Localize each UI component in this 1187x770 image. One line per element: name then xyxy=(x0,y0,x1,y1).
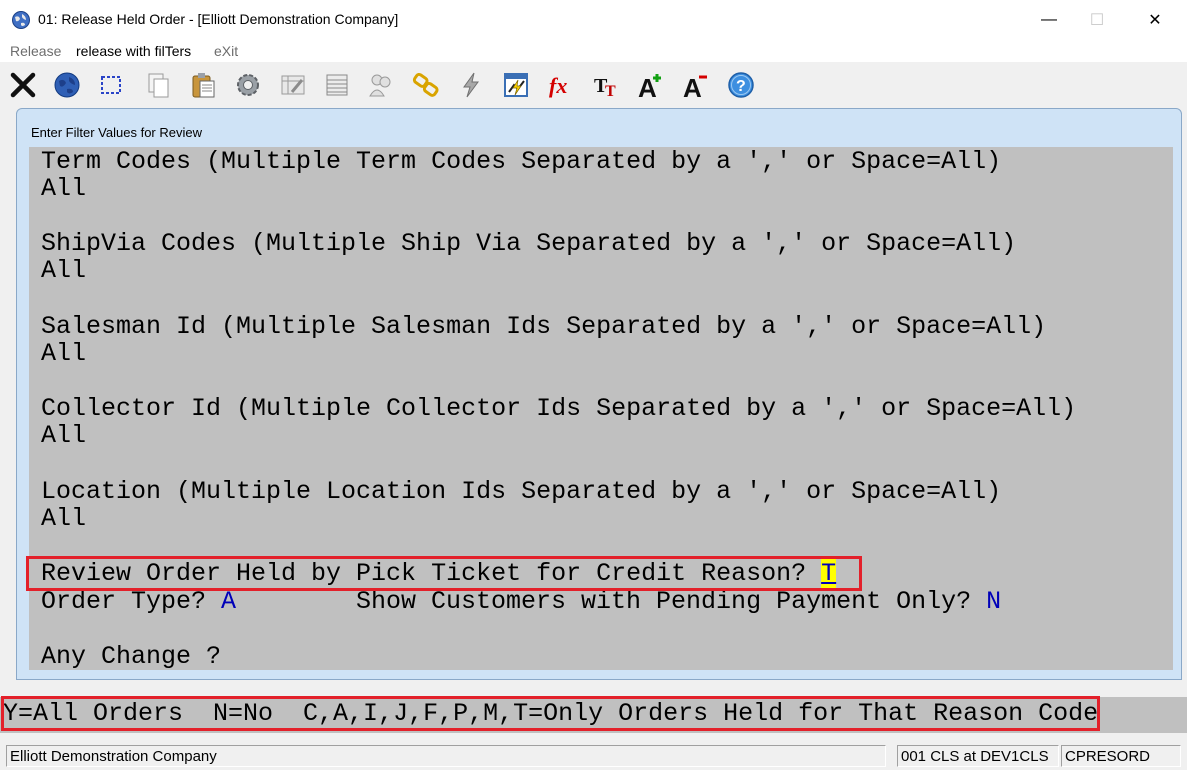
pending-payment-value[interactable]: N xyxy=(986,587,1001,616)
globe-button[interactable] xyxy=(50,68,84,102)
review-line-highlight xyxy=(26,556,862,591)
chart-button[interactable] xyxy=(499,68,533,102)
lightning-button[interactable] xyxy=(454,68,488,102)
pending-payment-label: Show Customers with Pending Payment Only… xyxy=(356,587,987,616)
minimize-button[interactable]: — xyxy=(1026,0,1072,40)
salesman-id-label: Salesman Id (Multiple Salesman Ids Separ… xyxy=(41,312,1047,341)
close-button[interactable]: ✕ xyxy=(1132,0,1178,40)
exit-icon xyxy=(10,72,36,98)
font-increase-button[interactable]: A xyxy=(634,68,668,102)
settings-button[interactable] xyxy=(231,68,265,102)
term-codes-value[interactable]: All xyxy=(41,175,86,203)
collector-id-label: Collector Id (Multiple Collector Ids Sep… xyxy=(41,394,1077,423)
settings-icon xyxy=(237,74,259,96)
copy-icon xyxy=(148,73,169,98)
order-type-line: Order Type? A xyxy=(41,588,236,616)
app-globe-icon xyxy=(12,11,30,29)
maximize-icon: ☐ xyxy=(1089,12,1105,29)
table-icon xyxy=(326,74,348,96)
font-icon: TT xyxy=(594,75,616,100)
status-bar: Elliott Demonstration Company 001 CLS at… xyxy=(0,742,1187,770)
menu-exit[interactable]: eXit xyxy=(214,43,238,59)
order-type-value[interactable]: A xyxy=(221,587,236,616)
copy-button[interactable] xyxy=(141,68,175,102)
terminal-screen: Term Codes (Multiple Term Codes Separate… xyxy=(29,147,1173,671)
svg-text:fx: fx xyxy=(549,73,567,98)
link-button[interactable] xyxy=(409,68,443,102)
svg-text:T: T xyxy=(605,83,616,100)
help-button[interactable]: ? xyxy=(724,68,758,102)
paste-icon xyxy=(192,73,215,98)
window-title: 01: Release Held Order - [Elliott Demons… xyxy=(38,11,399,27)
paste-button[interactable] xyxy=(186,68,220,102)
order-type-label: Order Type? xyxy=(41,587,222,616)
status-program: CPRESORD xyxy=(1061,745,1181,767)
link-icon xyxy=(412,72,439,97)
maximize-button[interactable]: ☐ xyxy=(1074,0,1120,40)
edit-icon xyxy=(281,75,305,95)
shipvia-codes-label: ShipVia Codes (Multiple Ship Via Separat… xyxy=(41,229,1017,258)
close-icon: ✕ xyxy=(1148,12,1162,29)
function-button[interactable]: fx xyxy=(544,68,578,102)
table-button[interactable] xyxy=(320,68,354,102)
font-decrease-icon: A xyxy=(683,73,707,100)
exit-button[interactable] xyxy=(6,68,40,102)
menu-release[interactable]: Release xyxy=(10,43,61,59)
svg-text:?: ? xyxy=(736,78,746,95)
location-label: Location (Multiple Location Ids Separate… xyxy=(41,477,1002,506)
function-icon: fx xyxy=(549,73,567,98)
edit-button[interactable] xyxy=(276,68,310,102)
dialog-title: Enter Filter Values for Review xyxy=(31,125,202,140)
select-button[interactable] xyxy=(94,68,128,102)
font-increase-icon: A xyxy=(638,73,661,100)
filter-dialog: Enter Filter Values for Review Term Code… xyxy=(16,108,1182,680)
minimize-icon: — xyxy=(1041,11,1057,28)
globe-icon xyxy=(54,72,80,98)
chart-icon xyxy=(504,73,528,97)
font-decrease-button[interactable]: A xyxy=(679,68,713,102)
lightning-icon xyxy=(463,72,479,98)
status-session: 001 CLS at DEV1CLS xyxy=(897,745,1059,767)
users-button[interactable] xyxy=(364,68,398,102)
term-codes-label: Term Codes (Multiple Term Codes Separate… xyxy=(41,147,1002,176)
menu-bar: Release release with filTers eXit xyxy=(0,40,1187,62)
location-value[interactable]: All xyxy=(41,505,86,533)
prompt-highlight xyxy=(1,696,1100,731)
font-button[interactable]: TT xyxy=(589,68,623,102)
any-change-prompt: Any Change ? xyxy=(41,642,222,671)
toolbar: fx TT A A ? xyxy=(0,62,1187,108)
shipvia-codes-value[interactable]: All xyxy=(41,257,86,285)
status-company: Elliott Demonstration Company xyxy=(6,745,886,767)
select-icon xyxy=(101,76,121,94)
menu-release-with-filters[interactable]: release with filTers xyxy=(76,43,191,59)
help-icon: ? xyxy=(728,72,754,98)
title-bar: 01: Release Held Order - [Elliott Demons… xyxy=(0,0,1187,40)
users-icon xyxy=(369,74,391,97)
salesman-id-value[interactable]: All xyxy=(41,340,86,368)
collector-id-value[interactable]: All xyxy=(41,422,86,450)
pending-payment-line: Show Customers with Pending Payment Only… xyxy=(356,588,1001,616)
